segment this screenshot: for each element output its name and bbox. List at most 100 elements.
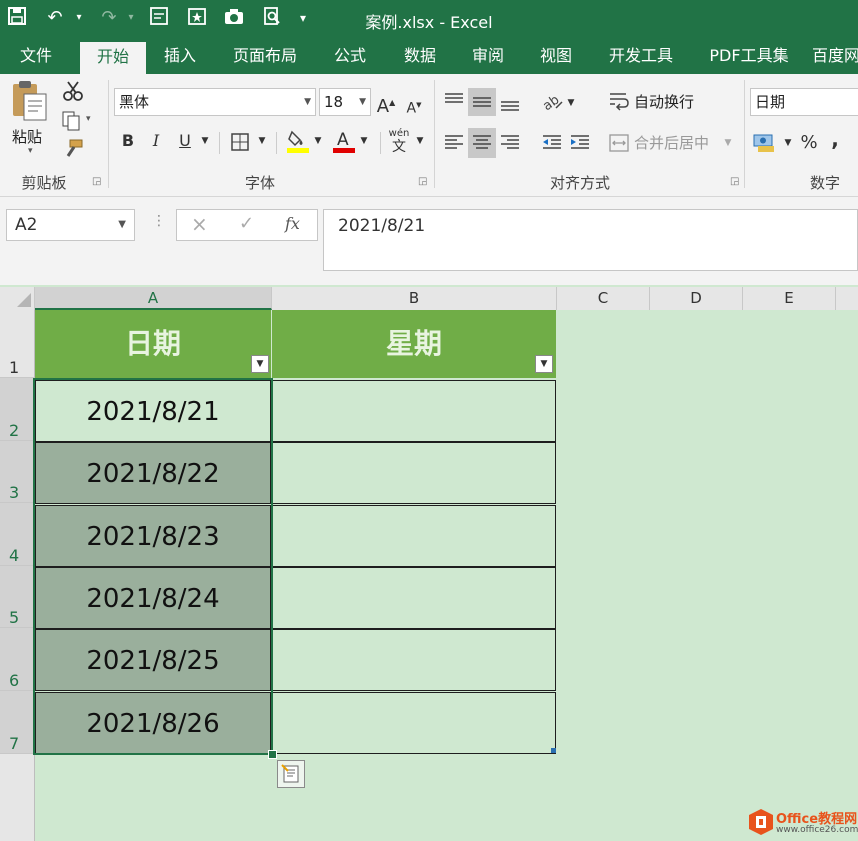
filter-dropdown-button[interactable]: ▼ (251, 355, 269, 373)
phonetic-guide-button[interactable]: wén 文 (386, 128, 412, 158)
font-color-dropdown-icon[interactable]: ▼ (358, 128, 370, 154)
paste-icon[interactable] (10, 80, 54, 124)
row-headers: 1 2 3 4 5 6 7 (0, 310, 35, 841)
column-header-a[interactable]: A (35, 287, 272, 310)
fill-handle[interactable] (268, 750, 277, 759)
font-color-icon[interactable]: A (332, 128, 356, 154)
align-center-icon[interactable] (468, 128, 496, 158)
font-launcher-icon[interactable]: ◲ (418, 176, 427, 187)
borders-icon[interactable] (230, 132, 250, 152)
fill-color-icon[interactable] (286, 128, 310, 154)
tab-baidu[interactable]: 百度网 (812, 38, 858, 74)
cell-a5[interactable]: 2021/8/24 (35, 567, 271, 629)
cell-b5[interactable] (272, 567, 556, 629)
cell-a3[interactable]: 2021/8/22 (35, 442, 271, 504)
cell-b4[interactable] (272, 505, 556, 567)
paste-button[interactable]: 粘贴 (12, 126, 42, 147)
percent-button[interactable]: % (798, 130, 820, 156)
wrap-text-icon[interactable] (608, 90, 630, 112)
increase-indent-icon[interactable] (568, 130, 592, 156)
row-header-5[interactable]: 5 (0, 566, 34, 628)
filter-dropdown-button[interactable]: ▼ (535, 355, 553, 373)
row-header-3[interactable]: 3 (0, 441, 34, 503)
format-painter-icon[interactable] (62, 138, 84, 160)
tab-home[interactable]: 开始 (80, 42, 146, 74)
align-bottom-icon[interactable] (498, 88, 522, 114)
tab-view[interactable]: 视图 (528, 38, 584, 74)
formula-input[interactable]: 2021/8/21 (323, 209, 858, 271)
header-cell-date[interactable]: 日期 (35, 310, 271, 378)
cell-b6[interactable] (272, 629, 556, 691)
row-header-4[interactable]: 4 (0, 503, 34, 566)
tab-data[interactable]: 数据 (392, 38, 448, 74)
clipboard-launcher-icon[interactable]: ◲ (92, 176, 101, 187)
header-cell-weekday[interactable]: 星期 (272, 310, 556, 378)
chevron-down-icon: ▼ (118, 219, 126, 230)
column-header-d[interactable]: D (650, 287, 743, 310)
row-header-1[interactable]: 1 (0, 310, 34, 378)
ribbon: 粘贴 ▾ ▾ 剪贴板 ◲ 黑体 ▼ 18 ▼ A▲ A▼ B I U ▼ ▼ ▼… (0, 74, 858, 197)
font-name-select[interactable]: 黑体 ▼ (114, 88, 316, 116)
select-all-corner[interactable] (0, 287, 35, 310)
tab-developer[interactable]: 开发工具 (598, 38, 684, 74)
tab-review[interactable]: 审阅 (460, 38, 516, 74)
bold-button[interactable]: B (118, 128, 138, 154)
cancel-icon[interactable]: × (191, 212, 208, 236)
borders-dropdown-icon[interactable]: ▼ (256, 128, 268, 154)
align-middle-icon[interactable] (468, 88, 496, 116)
column-header-c[interactable]: C (557, 287, 650, 310)
orientation-dropdown-icon[interactable]: ▼ (565, 90, 577, 116)
fill-color-dropdown-icon[interactable]: ▼ (312, 128, 324, 154)
currency-format-icon[interactable] (752, 130, 780, 156)
merge-center-icon[interactable] (608, 132, 630, 154)
phonetic-guide-top: wén (388, 128, 410, 139)
row-header-7[interactable]: 7 (0, 691, 34, 754)
italic-button[interactable]: I (146, 128, 166, 154)
enter-icon[interactable]: ✓ (239, 213, 254, 234)
row-header-6[interactable]: 6 (0, 628, 34, 691)
cell-a6[interactable]: 2021/8/25 (35, 629, 271, 691)
copy-dropdown-icon[interactable]: ▾ (86, 114, 91, 124)
orientation-icon[interactable]: ab (540, 88, 564, 114)
chevron-down-icon: ▼ (359, 97, 366, 107)
row-header-2[interactable]: 2 (0, 378, 34, 441)
cell-a4[interactable]: 2021/8/23 (35, 505, 271, 567)
underline-button[interactable]: U (175, 128, 195, 154)
align-left-icon[interactable] (442, 130, 466, 156)
quick-analysis-button[interactable] (277, 760, 305, 788)
merge-dropdown-icon[interactable]: ▼ (722, 130, 734, 156)
table-resize-handle[interactable] (551, 748, 556, 753)
decrease-indent-icon[interactable] (540, 130, 564, 156)
underline-dropdown-icon[interactable]: ▼ (199, 128, 211, 154)
name-box[interactable]: A2 ▼ (6, 209, 135, 241)
copy-icon[interactable] (60, 110, 82, 132)
cell-b3[interactable] (272, 442, 556, 504)
cell-b7[interactable] (272, 692, 556, 754)
alignment-launcher-icon[interactable]: ◲ (730, 176, 739, 187)
currency-dropdown-icon[interactable]: ▼ (782, 130, 794, 156)
align-right-icon[interactable] (498, 130, 522, 156)
cell-a2[interactable]: 2021/8/21 (35, 380, 271, 442)
cell-a7[interactable]: 2021/8/26 (35, 692, 271, 754)
increase-font-icon[interactable]: A▲ (376, 90, 396, 117)
decrease-font-icon[interactable]: A▼ (404, 92, 424, 118)
paste-dropdown-icon[interactable]: ▾ (28, 146, 33, 156)
comma-button[interactable]: , (828, 126, 842, 152)
tab-pdf-tools[interactable]: PDF工具集 (700, 38, 798, 74)
font-size-select[interactable]: 18 ▼ (319, 88, 371, 116)
number-format-value: 日期 (755, 93, 786, 111)
column-header-b[interactable]: B (272, 287, 557, 310)
wrap-text-button[interactable]: 自动换行 (634, 91, 694, 112)
column-header-e[interactable]: E (743, 287, 836, 310)
align-top-icon[interactable] (442, 88, 466, 114)
tab-file[interactable]: 文件 (8, 38, 64, 74)
tab-page-layout[interactable]: 页面布局 (222, 38, 308, 74)
tab-insert[interactable]: 插入 (152, 38, 208, 74)
merge-center-button[interactable]: 合并后居中 (634, 132, 709, 153)
number-format-select[interactable]: 日期 (750, 88, 858, 116)
insert-function-icon[interactable]: fx (285, 214, 300, 233)
cut-icon[interactable] (62, 80, 84, 102)
phonetic-dropdown-icon[interactable]: ▼ (414, 128, 426, 154)
tab-formulas[interactable]: 公式 (322, 38, 378, 74)
cell-b2[interactable] (272, 380, 556, 442)
